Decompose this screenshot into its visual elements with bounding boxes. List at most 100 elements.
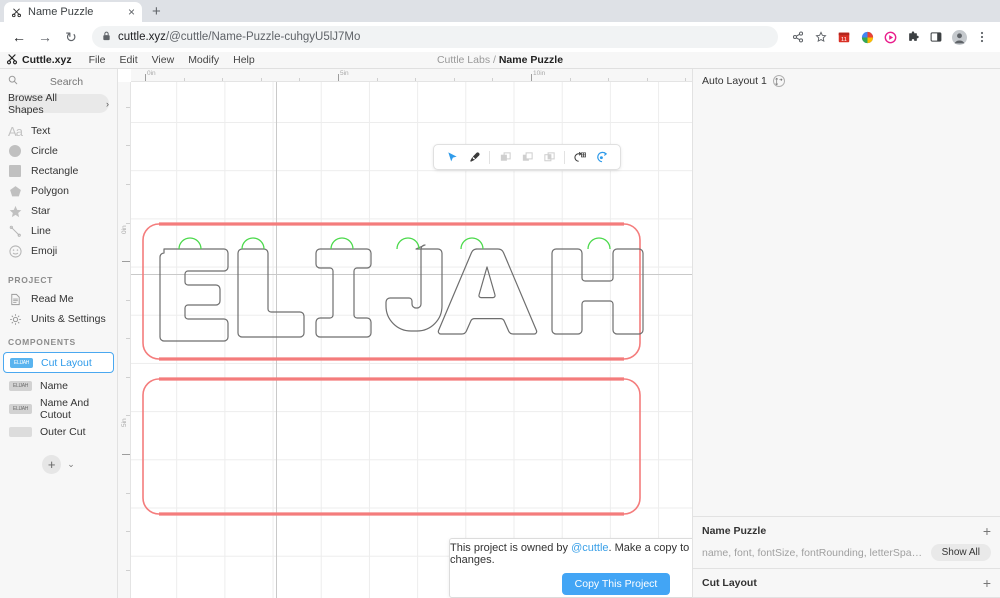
repeat-grid-tool-icon[interactable] xyxy=(569,146,591,168)
sidebar-item-read-me[interactable]: Read Me xyxy=(0,289,117,309)
breadcrumb-current: Name Puzzle xyxy=(498,54,564,66)
new-tab-button[interactable]: + xyxy=(152,3,161,20)
section-title: Cut Layout xyxy=(702,577,757,589)
right-panel-spacer xyxy=(693,93,1000,516)
menu-modify[interactable]: Modify xyxy=(181,54,226,66)
shape-item-star[interactable]: Star xyxy=(0,201,117,221)
distribute-vertical-icon[interactable] xyxy=(772,75,785,87)
lock-icon xyxy=(102,31,111,43)
component-thumbnail-label: ELIJAH xyxy=(12,382,29,389)
browse-all-shapes-button[interactable]: Browse All Shapes › xyxy=(8,91,109,116)
boolean-subtract-tool-icon xyxy=(516,146,538,168)
forward-icon[interactable]: → xyxy=(34,26,56,48)
shape-item-rectangle[interactable]: Rectangle xyxy=(0,161,117,181)
component-item-cut-layout[interactable]: ELIJAH Cut Layout xyxy=(3,352,114,373)
close-icon[interactable]: × xyxy=(128,6,135,18)
component-item-outer-cut[interactable]: Outer Cut xyxy=(3,421,114,442)
canvas-area[interactable]: 0in 5in 10in 0in 5in This project is own… xyxy=(118,69,692,598)
component-item-name[interactable]: ELIJAH Name xyxy=(3,375,114,396)
app-brand[interactable]: Cuttle.xyz xyxy=(6,53,72,68)
curve-tool-icon[interactable] xyxy=(591,146,613,168)
menu-edit[interactable]: Edit xyxy=(113,54,145,66)
shape-label: Line xyxy=(31,225,51,237)
calendar-extension-icon[interactable]: 11 xyxy=(834,27,854,47)
chevron-down-icon[interactable]: ⌄ xyxy=(67,459,75,470)
select-tool-icon[interactable] xyxy=(441,146,463,168)
chevron-right-icon: › xyxy=(106,98,109,109)
browser-toolbar-icons: 11 xyxy=(788,27,992,47)
shape-item-line[interactable]: Line xyxy=(0,221,117,241)
menu-file[interactable]: File xyxy=(82,54,113,66)
app-main: Browse All Shapes › Aa Text Circle Recta… xyxy=(0,69,1000,598)
gear-icon xyxy=(8,312,22,326)
ruler-label: 5in xyxy=(121,418,128,427)
bookmark-star-icon[interactable] xyxy=(811,27,831,47)
components-section-header: COMPONENTS xyxy=(8,337,76,347)
breadcrumb-separator: / xyxy=(493,54,496,66)
rectangle-icon xyxy=(8,164,22,178)
component-thumbnail: ELIJAH xyxy=(10,357,33,368)
section-title: Name Puzzle xyxy=(702,525,767,537)
add-component-row: + ⌄ xyxy=(0,443,117,474)
url-text: cuttle.xyz/@cuttle/Name-Puzzle-cuhgyU5lJ… xyxy=(118,31,360,43)
colorful-extension-icon[interactable] xyxy=(857,27,877,47)
shape-label: Emoji xyxy=(31,245,58,257)
profile-avatar-icon[interactable] xyxy=(949,27,969,47)
breadcrumb-parent[interactable]: Cuttle Labs xyxy=(437,54,490,66)
panel-section-name-puzzle: Name Puzzle + name, font, fontSize, font… xyxy=(693,516,1000,568)
chrome-menu-icon[interactable] xyxy=(972,27,992,47)
component-label: Name And Cutout xyxy=(40,396,90,421)
shape-item-polygon[interactable]: Polygon xyxy=(0,181,117,201)
share-icon[interactable] xyxy=(788,27,808,47)
tab-title: Name Puzzle xyxy=(28,6,94,18)
canvas-stage[interactable]: This project is owned by @cuttle. Make a… xyxy=(131,82,692,598)
breadcrumb: Cuttle Labs / Name Puzzle xyxy=(437,54,563,66)
pen-tool-icon[interactable] xyxy=(463,146,485,168)
polygon-icon xyxy=(8,184,22,198)
browser-tab[interactable]: Name Puzzle × xyxy=(4,2,142,22)
menu-view[interactable]: View xyxy=(145,54,182,66)
shape-list: Aa Text Circle Rectangle Polygon Star Li… xyxy=(0,121,117,267)
browser-navbar: ← → ↻ cuttle.xyz/@cuttle/Name-Puzzle-cuh… xyxy=(0,22,1000,52)
ruler-label: 0in xyxy=(147,70,156,77)
vertical-ruler: 0in 5in 10in xyxy=(118,82,131,598)
back-icon[interactable]: ← xyxy=(8,26,30,48)
reload-icon[interactable]: ↻ xyxy=(60,26,82,48)
text-aa-icon: Aa xyxy=(8,123,23,139)
media-play-extension-icon[interactable] xyxy=(880,27,900,47)
letter-outlines xyxy=(159,244,644,342)
add-parameter-button[interactable]: + xyxy=(983,524,991,538)
shape-item-text[interactable]: Aa Text xyxy=(0,121,117,141)
copy-this-project-button[interactable]: Copy This Project xyxy=(561,572,671,595)
toolbar-divider xyxy=(489,150,490,164)
side-panel-icon[interactable] xyxy=(926,27,946,47)
owner-link[interactable]: @cuttle xyxy=(571,542,608,554)
sidebar-item-label: Units & Settings xyxy=(31,313,106,325)
sidebar-item-units-settings[interactable]: Units & Settings xyxy=(0,309,117,329)
auto-layout-label: Auto Layout 1 xyxy=(702,75,767,87)
shape-item-emoji[interactable]: Emoji xyxy=(0,241,117,261)
horizontal-ruler: 0in 5in 10in xyxy=(131,69,692,82)
shape-label: Polygon xyxy=(31,185,69,197)
search-input[interactable] xyxy=(24,75,109,88)
auto-layout-row[interactable]: Auto Layout 1 xyxy=(693,69,1000,93)
boolean-intersect-tool-icon xyxy=(538,146,560,168)
app-brand-label: Cuttle.xyz xyxy=(22,54,72,66)
add-parameter-button[interactable]: + xyxy=(983,576,991,590)
svg-text:11: 11 xyxy=(841,37,847,43)
component-item-name-and-cutout[interactable]: ELIJAH Name And Cutout xyxy=(3,396,114,421)
shape-label: Rectangle xyxy=(31,165,79,177)
component-thumbnail-label: ELIJAH xyxy=(13,359,30,366)
browse-all-shapes-label: Browse All Shapes xyxy=(8,91,58,116)
ownership-banner: This project is owned by @cuttle. Make a… xyxy=(449,538,692,598)
cuttle-logo-icon xyxy=(11,7,22,18)
address-bar[interactable]: cuttle.xyz/@cuttle/Name-Puzzle-cuhgyU5lJ… xyxy=(92,26,778,48)
star-icon xyxy=(8,204,22,218)
app-menubar: Cuttle.xyz File Edit View Modify Help Cu… xyxy=(0,52,1000,69)
show-all-button[interactable]: Show All xyxy=(930,544,991,561)
menu-help[interactable]: Help xyxy=(226,54,262,66)
add-component-button[interactable]: + xyxy=(42,455,62,474)
right-panel: Auto Layout 1 Name Puzzle + name, font, … xyxy=(692,69,1000,598)
puzzle-extensions-icon[interactable] xyxy=(903,27,923,47)
shape-item-circle[interactable]: Circle xyxy=(0,141,117,161)
